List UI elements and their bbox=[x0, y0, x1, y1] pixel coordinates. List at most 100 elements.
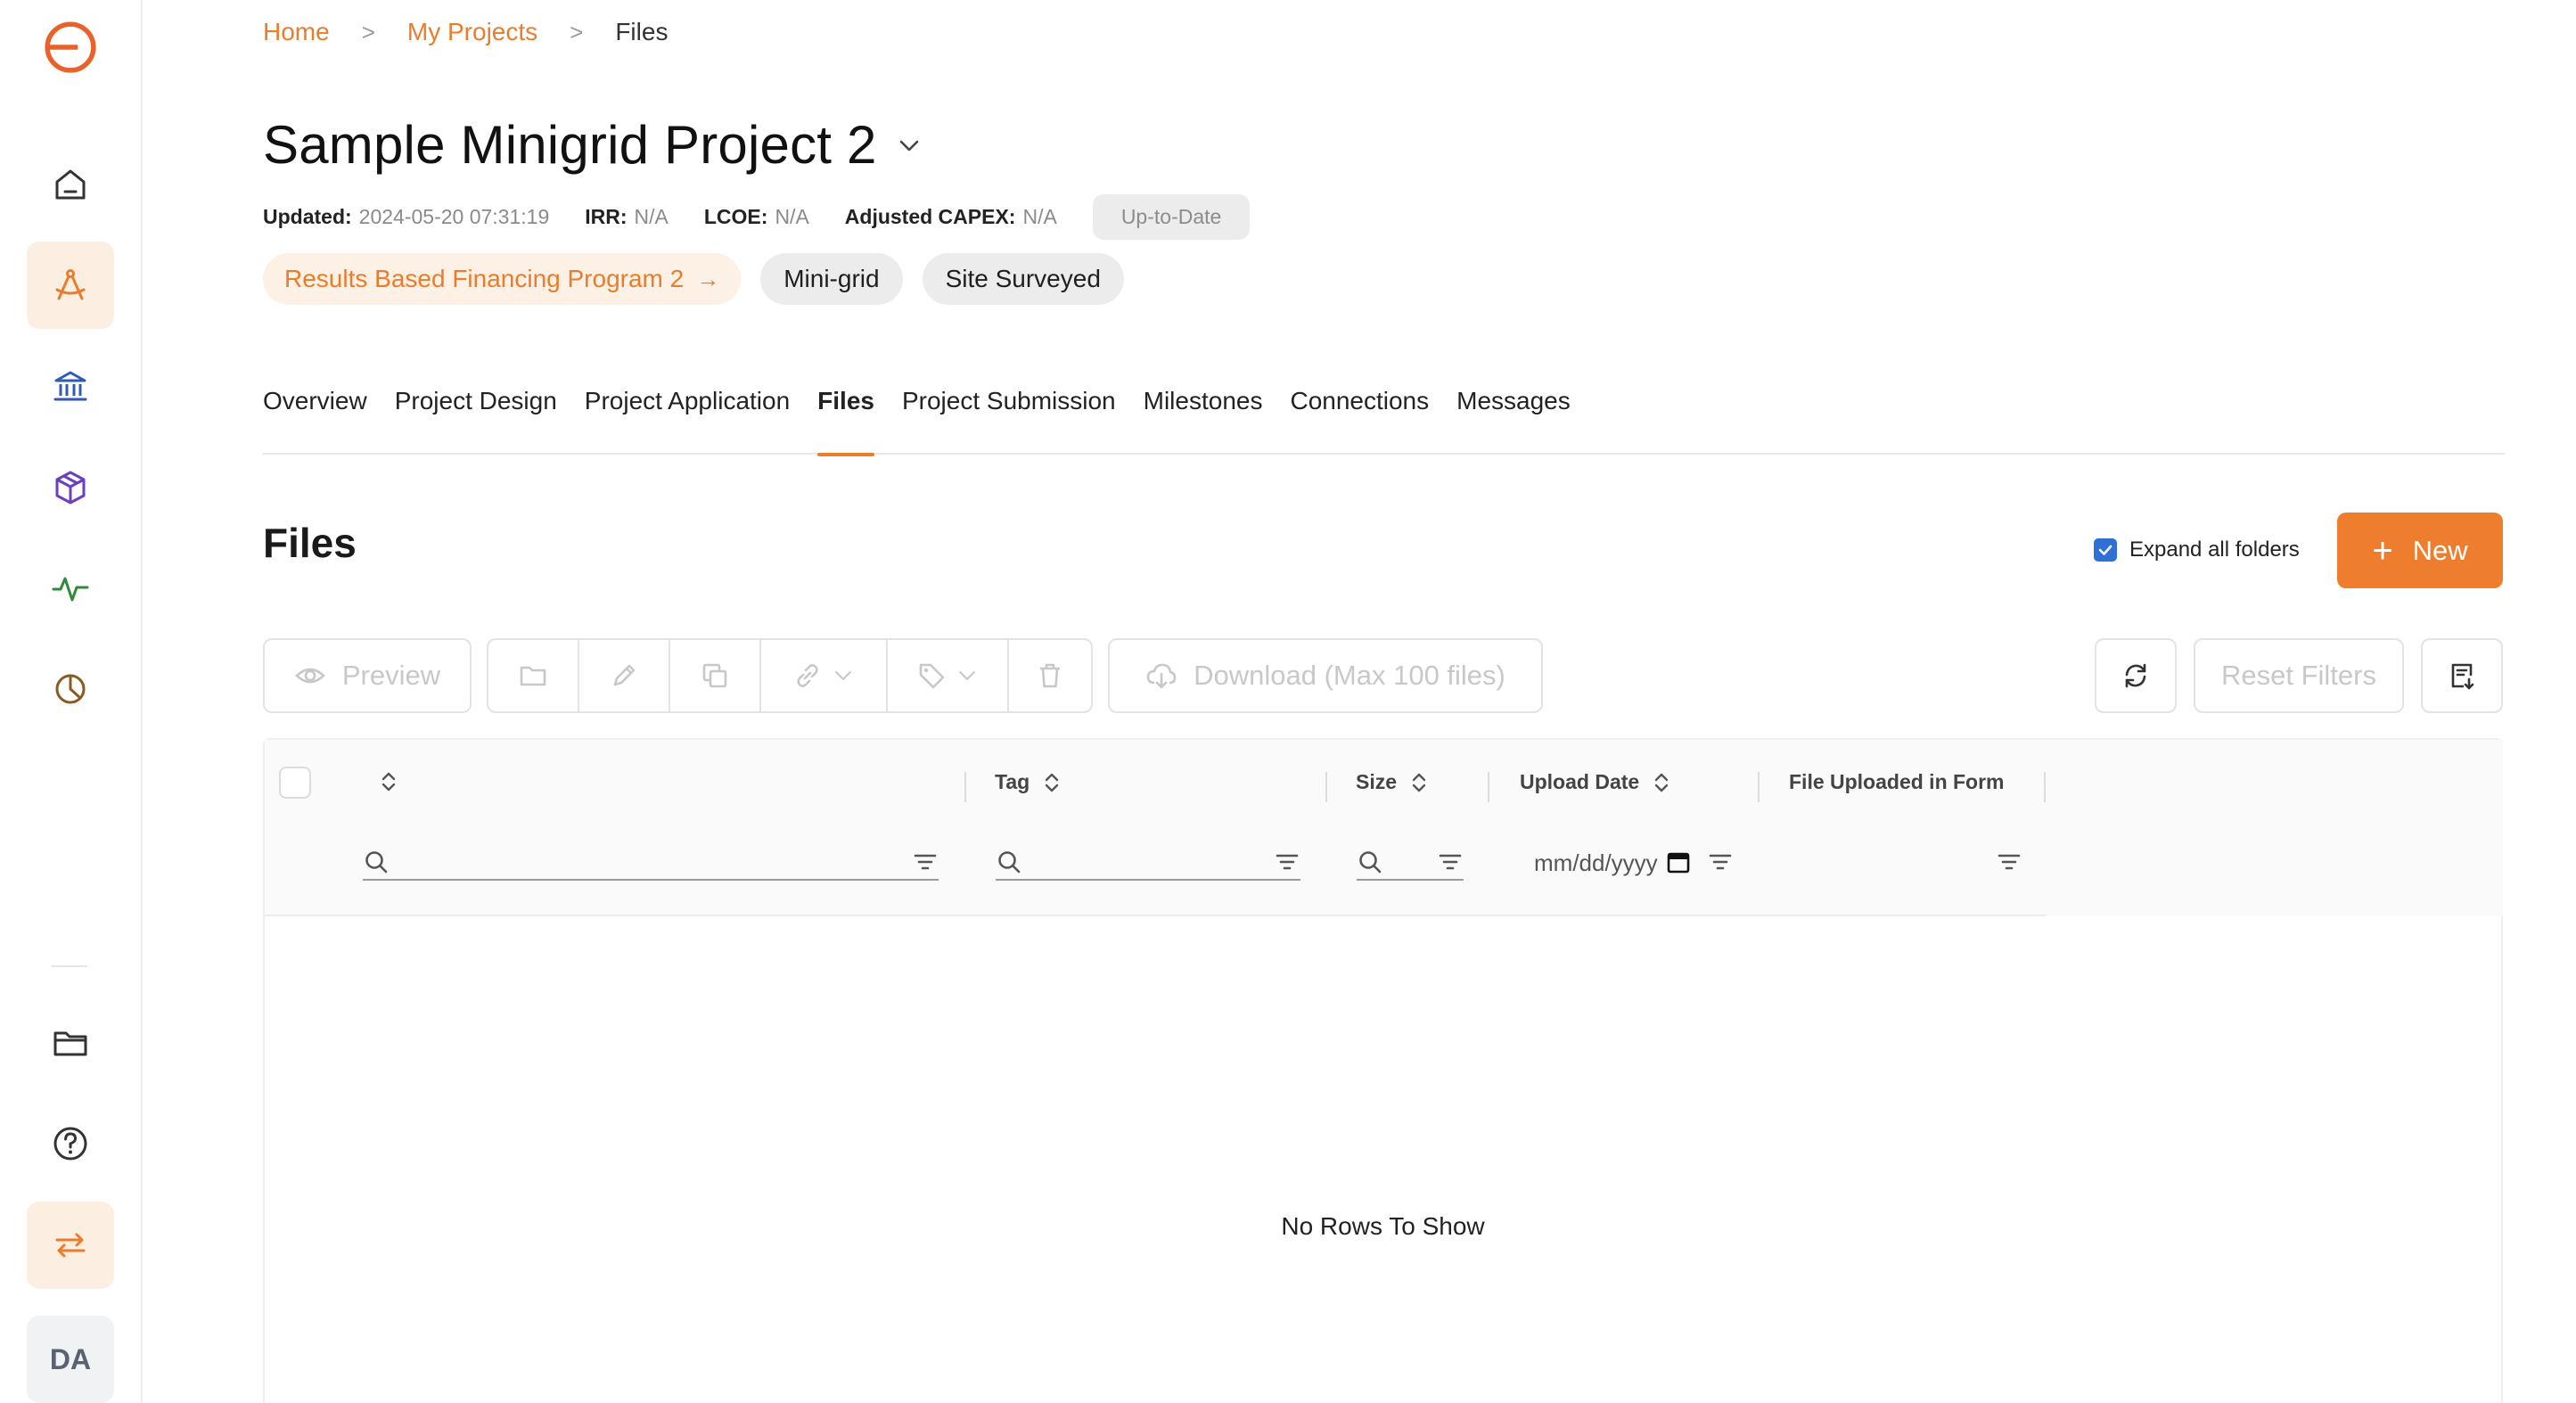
page-title: Sample Minigrid Project 2 bbox=[263, 115, 877, 175]
calendar-icon[interactable] bbox=[1666, 849, 1691, 875]
sidebar: DA bbox=[0, 0, 143, 1403]
delete-button[interactable] bbox=[1009, 640, 1091, 711]
project-meta: Updated: 2024-05-20 07:31:19 IRR: N/A LC… bbox=[263, 194, 1251, 240]
grid-header-filler bbox=[2046, 740, 2503, 916]
tab-overview[interactable]: Overview bbox=[263, 376, 367, 455]
size-filter-input[interactable] bbox=[1357, 845, 1464, 881]
check-icon bbox=[2098, 545, 2112, 555]
tag-mini-grid: Mini-grid bbox=[760, 253, 903, 305]
tab-project-application[interactable]: Project Application bbox=[585, 376, 790, 455]
tab-project-submission[interactable]: Project Submission bbox=[902, 376, 1116, 455]
sort-icon bbox=[381, 772, 396, 792]
reset-filters-label: Reset Filters bbox=[2221, 660, 2376, 691]
bank-icon bbox=[53, 371, 87, 401]
cube-icon bbox=[55, 471, 86, 505]
grid-header: Tag Size Upload Date File Uploaded in Fo… bbox=[265, 740, 2046, 916]
files-grid: Tag Size Upload Date File Uploaded in Fo… bbox=[263, 738, 2503, 1403]
tab-bar: Overview Project Design Project Applicat… bbox=[263, 376, 2505, 456]
tag-icon bbox=[919, 663, 945, 689]
sidebar-item-projects[interactable] bbox=[27, 242, 114, 329]
column-divider[interactable] bbox=[1758, 772, 1760, 802]
expand-all-folders[interactable]: Expand all folders bbox=[2094, 537, 2300, 562]
filter-icon[interactable] bbox=[1274, 849, 1300, 875]
reset-filters-button[interactable]: Reset Filters bbox=[2194, 638, 2404, 713]
column-divider[interactable] bbox=[1325, 772, 1327, 802]
expand-checkbox[interactable] bbox=[2094, 538, 2117, 562]
avatar[interactable]: DA bbox=[27, 1316, 114, 1403]
link-dropdown-button[interactable] bbox=[761, 640, 888, 711]
sort-icon bbox=[1654, 773, 1669, 792]
search-icon bbox=[365, 851, 388, 874]
tab-messages[interactable]: Messages bbox=[1456, 376, 1571, 455]
tab-connections[interactable]: Connections bbox=[1290, 376, 1429, 455]
filter-icon[interactable] bbox=[912, 849, 939, 875]
sidebar-divider bbox=[52, 965, 87, 967]
filter-icon[interactable] bbox=[1437, 849, 1464, 875]
name-column-header[interactable] bbox=[379, 770, 398, 793]
upload-date-column-label: Upload Date bbox=[1520, 770, 1640, 793]
column-divider[interactable] bbox=[964, 772, 966, 802]
chevron-down-icon[interactable] bbox=[897, 133, 922, 158]
select-all-checkbox[interactable] bbox=[279, 767, 311, 799]
download-button[interactable]: Download (Max 100 files) bbox=[1108, 638, 1543, 713]
compass-icon bbox=[55, 269, 86, 300]
sidebar-item-switch[interactable] bbox=[27, 1202, 114, 1289]
export-button[interactable] bbox=[2421, 638, 2503, 713]
pulse-icon bbox=[52, 577, 89, 602]
refresh-icon bbox=[2125, 663, 2146, 688]
link-icon bbox=[797, 664, 818, 687]
pie-chart-icon bbox=[55, 674, 86, 704]
breadcrumb-my-projects[interactable]: My Projects bbox=[407, 18, 537, 46]
sidebar-item-institutions[interactable] bbox=[27, 343, 114, 431]
preview-button[interactable]: Preview bbox=[263, 638, 472, 713]
question-icon bbox=[53, 1127, 87, 1161]
pencil-icon bbox=[613, 664, 636, 686]
upload-date-column-header[interactable]: Upload Date bbox=[1520, 770, 1671, 794]
copy-button[interactable] bbox=[670, 640, 761, 711]
program-link[interactable]: Results Based Financing Program 2 → bbox=[263, 253, 742, 305]
tag-column-label: Tag bbox=[995, 770, 1030, 793]
arrow-right-icon: → bbox=[696, 265, 720, 292]
name-filter-input[interactable] bbox=[363, 845, 939, 881]
tab-files[interactable]: Files bbox=[817, 376, 874, 456]
tag-dropdown-button[interactable] bbox=[888, 640, 1009, 711]
breadcrumb: Home > My Projects > Files bbox=[263, 18, 668, 46]
folder-icon bbox=[520, 666, 546, 686]
sidebar-item-help[interactable] bbox=[27, 1100, 114, 1187]
breadcrumb-separator: > bbox=[570, 18, 584, 45]
sort-icon bbox=[1045, 773, 1059, 792]
breadcrumb-current: Files bbox=[615, 18, 669, 45]
new-button[interactable]: + New bbox=[2337, 513, 2503, 588]
breadcrumb-separator: > bbox=[361, 18, 375, 45]
tab-milestones[interactable]: Milestones bbox=[1144, 376, 1263, 455]
plus-icon: + bbox=[2372, 530, 2393, 570]
tag-filter-input[interactable] bbox=[996, 845, 1300, 881]
document-download-icon bbox=[2451, 663, 2474, 690]
program-label: Results Based Financing Program 2 bbox=[284, 265, 685, 292]
tag-column-header[interactable]: Tag bbox=[995, 770, 1062, 794]
filter-icon[interactable] bbox=[1996, 849, 2022, 875]
meta-lcoe: LCOE: N/A bbox=[703, 205, 809, 228]
rename-button[interactable] bbox=[579, 640, 670, 711]
search-icon bbox=[998, 851, 1021, 874]
sidebar-item-activity[interactable] bbox=[27, 545, 114, 632]
brand-logo[interactable] bbox=[27, 4, 114, 91]
sidebar-item-files[interactable] bbox=[27, 999, 114, 1087]
sidebar-item-analytics[interactable] bbox=[27, 645, 114, 733]
size-column-label: Size bbox=[1356, 770, 1398, 793]
filter-icon[interactable] bbox=[1707, 849, 1734, 875]
main-content: Home > My Projects > Files Sample Minigr… bbox=[263, 0, 2505, 1403]
download-label: Download (Max 100 files) bbox=[1194, 660, 1505, 691]
sidebar-item-products[interactable] bbox=[27, 444, 114, 531]
swap-icon bbox=[55, 1233, 86, 1258]
move-folder-button[interactable] bbox=[488, 640, 579, 711]
refresh-button[interactable] bbox=[2095, 638, 2177, 713]
breadcrumb-home[interactable]: Home bbox=[263, 18, 330, 46]
section-title: Files bbox=[263, 520, 357, 566]
meta-capex: Adjusted CAPEX: N/A bbox=[844, 205, 1057, 228]
sidebar-item-home[interactable] bbox=[27, 141, 114, 228]
size-column-header[interactable]: Size bbox=[1356, 770, 1429, 794]
tab-project-design[interactable]: Project Design bbox=[395, 376, 557, 455]
form-column-header[interactable]: File Uploaded in Form bbox=[1789, 770, 2005, 794]
column-divider[interactable] bbox=[1488, 772, 1489, 802]
